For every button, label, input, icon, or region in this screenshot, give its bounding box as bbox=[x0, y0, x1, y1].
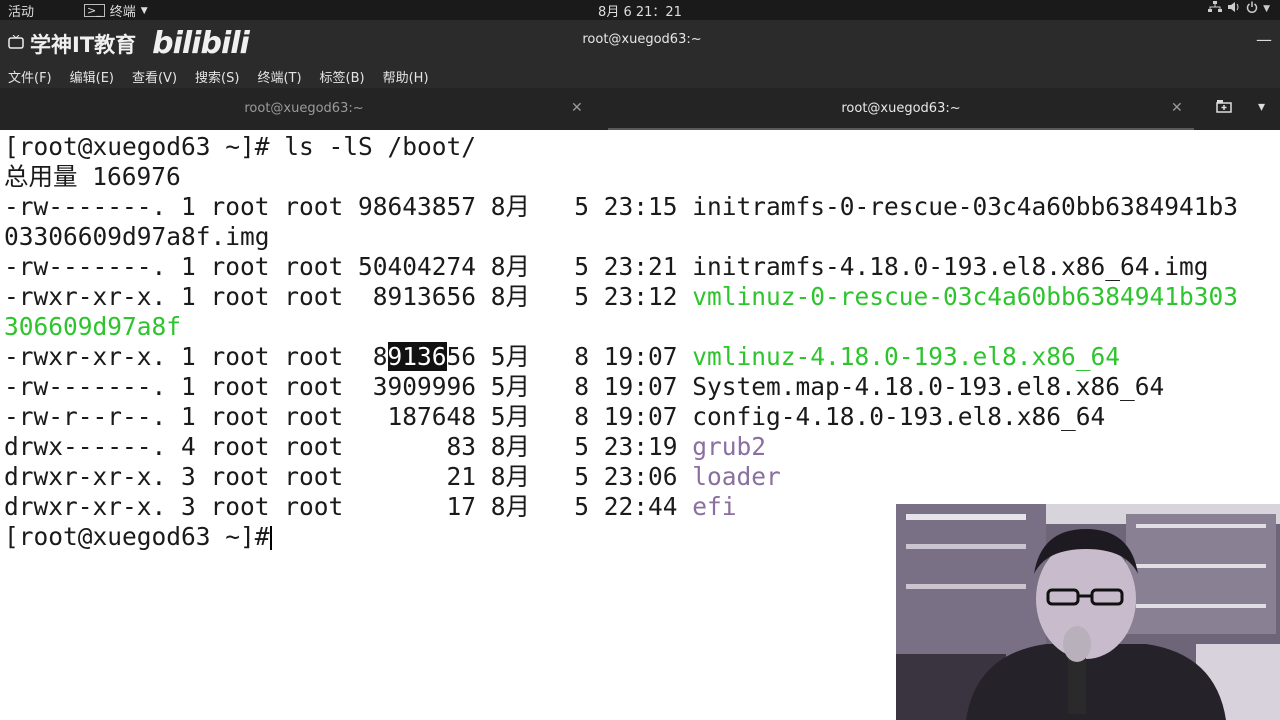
new-tab-icon[interactable] bbox=[1216, 99, 1232, 117]
list-row: -rw-------. 1 root root 3909996 5月 8 19:… bbox=[4, 372, 1165, 401]
prompt: [root@xuegod63 ~]# bbox=[4, 522, 270, 551]
list-row: drwxr-xr-x. 3 root root 21 8月 5 23:06 lo… bbox=[4, 462, 781, 491]
tab-active[interactable]: root@xuegod63:~ ✕ bbox=[608, 88, 1194, 130]
filename-exec: vmlinuz-4.18.0-193.el8.x86_64 bbox=[692, 342, 1121, 371]
menu-terminal[interactable]: 终端(T) bbox=[257, 67, 301, 86]
clock-label: 8月 6 21：21 bbox=[598, 5, 682, 20]
minimize-icon[interactable]: — bbox=[1256, 30, 1272, 49]
list-row: -rwxr-xr-x. 1 root root 8913656 8月 5 23:… bbox=[4, 282, 1239, 311]
list-row-continuation: 306609d97a8f bbox=[4, 312, 182, 341]
presenter-webcam-overlay bbox=[896, 504, 1280, 720]
chevron-down-icon: ▼ bbox=[1263, 3, 1270, 14]
menu-bar: 文件(F) 编辑(E) 查看(V) 搜索(S) 终端(T) 标签(B) 帮助(H… bbox=[0, 64, 1280, 88]
tab-label: root@xuegod63:~ bbox=[841, 101, 961, 116]
window-title: root@xuegod63:~ bbox=[582, 32, 702, 47]
tab-bar: root@xuegod63:~ ✕ root@xuegod63:~ ✕ ▾ bbox=[0, 88, 1280, 130]
filename: System.map-4.18.0-193.el8.x86_64 bbox=[692, 372, 1165, 401]
command-text: ls -lS /boot/ bbox=[269, 132, 477, 161]
filename: initramfs-4.18.0-193.el8.x86_64.img bbox=[692, 252, 1209, 281]
filename: config-4.18.0-193.el8.x86_64 bbox=[692, 402, 1106, 431]
list-row: -rw-r--r--. 1 root root 187648 5月 8 19:0… bbox=[4, 402, 1106, 431]
tab-label: root@xuegod63:~ bbox=[244, 101, 364, 116]
menu-tabs[interactable]: 标签(B) bbox=[320, 67, 365, 86]
filename: initramfs-0-rescue-03c4a60bb6384941b3 bbox=[692, 192, 1239, 221]
list-row-continuation: 03306609d97a8f.img bbox=[4, 222, 270, 251]
dirname: efi bbox=[692, 492, 737, 521]
tab-list-chevron-icon[interactable]: ▾ bbox=[1258, 99, 1265, 115]
volume-icon bbox=[1227, 1, 1241, 16]
power-icon bbox=[1246, 1, 1258, 16]
system-top-bar: 活动 >_ 终端 ▼ 8月 6 21：21 ▼ bbox=[0, 0, 1280, 20]
text-cursor bbox=[269, 526, 272, 550]
close-icon[interactable]: ✕ bbox=[571, 100, 583, 116]
filename-exec: vmlinuz-0-rescue-03c4a60bb6384941b303 bbox=[692, 282, 1239, 311]
presenter-photo bbox=[896, 504, 1280, 720]
prompt-line: [root@xuegod63 ~]# bbox=[4, 522, 272, 552]
list-row: drwxr-xr-x. 3 root root 17 8月 5 22:44 ef… bbox=[4, 492, 737, 521]
command-line: [root@xuegod63 ~]# ls -lS /boot/ bbox=[4, 132, 476, 162]
menu-help[interactable]: 帮助(H) bbox=[383, 67, 429, 86]
menu-search[interactable]: 搜索(S) bbox=[195, 67, 239, 86]
system-tray[interactable]: ▼ bbox=[1208, 1, 1270, 16]
tab-inactive[interactable]: root@xuegod63:~ ✕ bbox=[0, 88, 608, 130]
menu-edit[interactable]: 编辑(E) bbox=[70, 67, 114, 86]
list-row: drwx------. 4 root root 83 8月 5 23:19 gr… bbox=[4, 432, 767, 461]
dirname: loader bbox=[692, 462, 781, 491]
network-icon bbox=[1208, 1, 1223, 16]
menu-view[interactable]: 查看(V) bbox=[132, 67, 177, 86]
window-title-bar[interactable]: 学神IT教育 bilibili root@xuegod63:~ — bbox=[0, 20, 1280, 64]
total-line: 总用量 166976 bbox=[4, 162, 181, 191]
close-icon[interactable]: ✕ bbox=[1171, 100, 1183, 116]
list-row: -rw-------. 1 root root 50404274 8月 5 23… bbox=[4, 252, 1209, 281]
list-row: -rwxr-xr-x. 1 root root 8913656 5月 8 19:… bbox=[4, 342, 1121, 371]
dirname: grub2 bbox=[692, 432, 767, 461]
prompt: [root@xuegod63 ~]# bbox=[4, 132, 270, 161]
list-row: -rw-------. 1 root root 98643857 8月 5 23… bbox=[4, 192, 1239, 221]
menu-file[interactable]: 文件(F) bbox=[8, 67, 52, 86]
clock[interactable]: 8月 6 21：21 bbox=[0, 1, 1280, 20]
text-selection: 9136 bbox=[387, 342, 447, 371]
